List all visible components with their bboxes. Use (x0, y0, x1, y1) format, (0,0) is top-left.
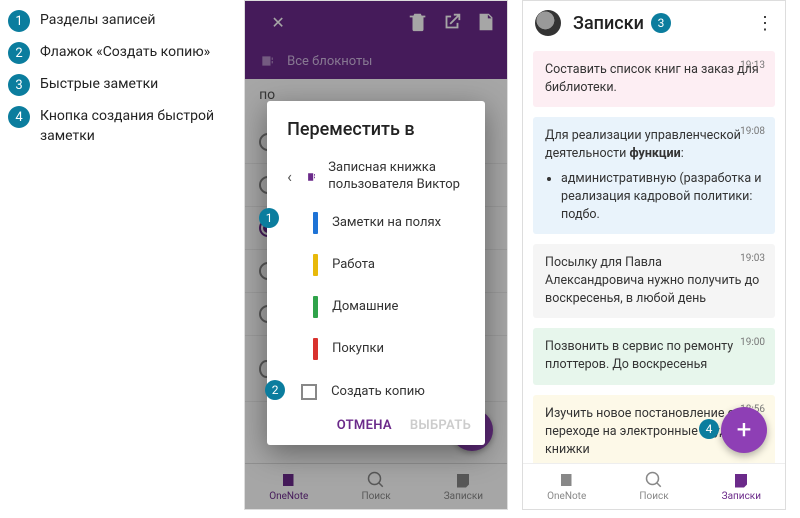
note-time: 19:03 (740, 252, 765, 267)
create-copy-checkbox[interactable] (301, 384, 317, 400)
section-row[interactable]: 1 Заметки на полях (267, 202, 485, 244)
legend-text-3: Быстрые заметки (40, 74, 158, 95)
section-row[interactable]: Домашние (267, 286, 485, 328)
note-time: 19:08 (740, 125, 765, 140)
notebook-name: Записная книжка пользователя Виктор (328, 160, 465, 194)
notebook-back-row[interactable]: ‹ Записная книжка пользователя Виктор (267, 152, 485, 202)
legend-num-3: 3 (8, 74, 30, 96)
create-copy-row[interactable]: 2 Создать копию (267, 370, 485, 408)
dialog-title: Переместить в (267, 119, 485, 152)
note-card[interactable]: 19:13Составить список книг на заказ для … (533, 51, 775, 107)
tab-search[interactable]: Поиск (610, 464, 697, 509)
legend-panel: 1 Разделы записей 2 Флажок «Создать копию»… (0, 0, 244, 510)
legend-text-1: Разделы записей (40, 10, 156, 31)
notes-appbar: Записки 3 ⋮ (523, 1, 785, 45)
tab-onenote[interactable]: OneNote (523, 464, 610, 509)
callout-marker-2: 2 (265, 380, 285, 400)
select-button[interactable]: ВЫБРАТЬ (410, 418, 471, 433)
move-dialog: Переместить в ‹ Записная книжка пользова… (267, 101, 485, 445)
legend-text-4: Кнопка создания быстрой заметки (40, 106, 236, 146)
notebook-icon (306, 167, 316, 187)
cancel-button[interactable]: ОТМЕНА (337, 418, 392, 433)
legend-num-4: 4 (8, 106, 30, 128)
note-card[interactable]: 19:00Позвонить в сервис по ремонту плотт… (533, 328, 775, 384)
section-color (313, 212, 318, 234)
note-time: 19:00 (740, 336, 765, 351)
more-icon[interactable]: ⋮ (756, 13, 773, 34)
note-card[interactable]: 19:08Для реализации управленческой деяте… (533, 117, 775, 234)
legend-num-1: 1 (8, 10, 30, 32)
chevron-left-icon[interactable]: ‹ (287, 167, 296, 186)
callout-marker-3: 3 (651, 13, 671, 33)
page-title: Записки (573, 13, 644, 34)
section-row[interactable]: Покупки (267, 328, 485, 370)
note-card[interactable]: 19:03Посылку для Павла Александровича ну… (533, 244, 775, 318)
phone-notes: Записки 3 ⋮ 19:13Составить список книг н… (522, 0, 786, 510)
callout-marker-1: 1 (259, 208, 279, 228)
tab-notes[interactable]: Записки (698, 464, 785, 509)
phone-move-dialog: ✕ Все блокноты по ет. ет. ет. ет. ет. Из… (244, 0, 508, 510)
section-row[interactable]: Работа (267, 244, 485, 286)
fab-add-note[interactable]: + (721, 407, 767, 453)
legend-text-2: Флажок «Создать копию» (40, 42, 210, 63)
avatar[interactable] (535, 10, 561, 36)
legend-num-2: 2 (8, 42, 30, 64)
note-time: 19:13 (740, 59, 765, 74)
callout-marker-4: 4 (699, 419, 719, 439)
